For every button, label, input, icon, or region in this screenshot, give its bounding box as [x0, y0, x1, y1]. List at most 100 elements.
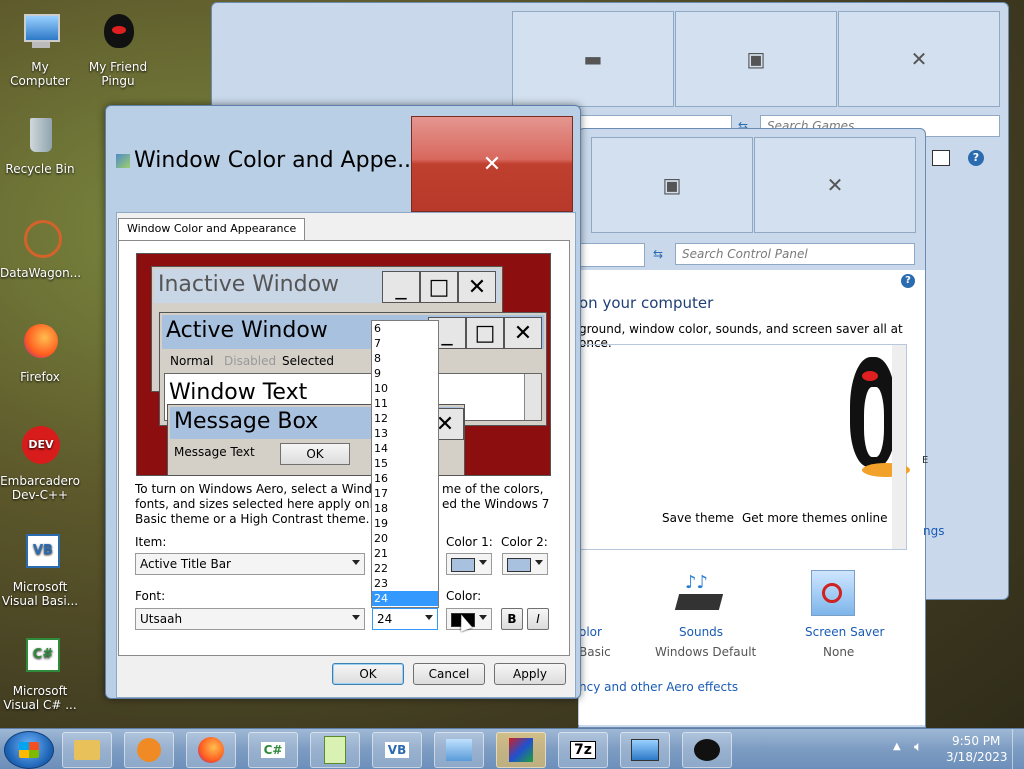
folder-icon [74, 740, 100, 760]
taskbar-pingu[interactable] [682, 732, 732, 768]
font-size-option[interactable]: 11 [372, 396, 438, 411]
start-button[interactable] [4, 731, 54, 769]
help-icon[interactable]: ? [968, 150, 984, 166]
close-button[interactable]: ✕ [754, 137, 916, 233]
aero-effects-link[interactable]: ncy and other Aero effects [579, 680, 738, 694]
screen-saver-link[interactable]: Screen Saver [805, 625, 884, 639]
color1-picker[interactable] [446, 553, 492, 575]
font-size-option[interactable]: 16 [372, 471, 438, 486]
pingu-icon [96, 12, 140, 56]
font-size-option[interactable]: 8 [372, 351, 438, 366]
color2-swatch [507, 558, 531, 572]
preview-msgbox-text: Message Text [174, 445, 255, 459]
desktop-icon-recycle-bin[interactable]: Recycle Bin [0, 114, 80, 176]
color-label[interactable]: olor [579, 625, 602, 639]
desktop-icon-visual-basic[interactable]: VB Microsoft Visual Basi... [0, 532, 80, 608]
font-size-option[interactable]: 17 [372, 486, 438, 501]
save-theme-link[interactable]: Save theme [662, 511, 734, 525]
color2-picker[interactable] [502, 553, 548, 575]
chevron-down-icon [352, 560, 360, 565]
aero-info-line2-end: ed the Windows 7 [442, 497, 550, 511]
desktop-icon-visual-csharp[interactable]: C# Microsoft Visual C# ... [0, 636, 80, 712]
maximize-button[interactable]: ▣ [591, 137, 753, 233]
font-size-option[interactable]: 13 [372, 426, 438, 441]
dialog-close-button[interactable]: ✕ [411, 116, 573, 212]
desktop-icon-firefox[interactable]: Firefox [0, 322, 80, 384]
font-color-label: Color: [446, 589, 482, 603]
taskbar-notepad-plus[interactable] [310, 732, 360, 768]
desktop-icon-label: Embarcadero Dev-C++ [0, 474, 80, 502]
minimize-button[interactable]: ▬ [512, 11, 674, 107]
dialog-app-icon [116, 154, 130, 168]
taskbar-visual-basic[interactable]: VB [372, 732, 422, 768]
settings-link[interactable]: ngs [923, 524, 944, 538]
font-size-option[interactable]: 12 [372, 411, 438, 426]
italic-button[interactable]: I [527, 608, 549, 630]
7zip-icon: 7z [570, 741, 596, 759]
show-desktop-button[interactable] [1012, 729, 1024, 769]
font-size-option[interactable]: 10 [372, 381, 438, 396]
cancel-button[interactable]: Cancel [413, 663, 485, 685]
layout-icon[interactable] [932, 150, 950, 166]
font-size-option[interactable]: 22 [372, 561, 438, 576]
aero-info-line2: fonts, and sizes selected here apply onl… [135, 497, 410, 511]
control-panel-icon [446, 739, 472, 761]
show-hidden-icons-icon[interactable]: ▲ [893, 741, 901, 752]
sounds-link[interactable]: Sounds [679, 625, 723, 639]
visual-basic-icon: VB [18, 532, 62, 576]
tab-window-color-appearance[interactable]: Window Color and Appearance [118, 218, 306, 240]
ok-button[interactable]: OK [332, 663, 404, 685]
font-size-option[interactable]: 21 [372, 546, 438, 561]
taskbar-media-player[interactable] [124, 732, 174, 768]
font-size-option[interactable]: 9 [372, 366, 438, 381]
font-size-option[interactable]: 15 [372, 456, 438, 471]
font-size-dropdown-list[interactable]: 6 7 8 9 10 11 12 13 14 15 16 17 18 19 20 21 22 23 24 [371, 320, 439, 608]
taskbar-explorer[interactable] [62, 732, 112, 768]
taskbar-control-panel[interactable] [434, 732, 484, 768]
font-size-option[interactable]: 14 [372, 441, 438, 456]
font-value: Utsaah [140, 612, 183, 626]
maximize-button[interactable]: ▣ [675, 11, 837, 107]
font-size-option[interactable]: 18 [372, 501, 438, 516]
clock-date[interactable]: 3/18/2023 [946, 750, 1008, 764]
address-bar[interactable] [579, 243, 645, 267]
aero-info-line3: Basic theme or a High Contrast theme. [135, 512, 370, 526]
bold-button[interactable]: B [501, 608, 523, 630]
font-size-option[interactable]: 24 [372, 591, 438, 606]
clock-time[interactable]: 9:50 PM [952, 734, 1000, 748]
taskbar-7zip[interactable]: 7z [558, 732, 608, 768]
close-button[interactable]: ✕ [838, 11, 1000, 107]
get-more-themes-link[interactable]: Get more themes online [742, 511, 888, 525]
scrollbar[interactable] [892, 345, 906, 549]
taskbar-visual-csharp[interactable]: C# [248, 732, 298, 768]
desktop-icon-my-computer[interactable]: My Computer [0, 12, 80, 88]
font-size-option[interactable]: 7 [372, 336, 438, 351]
preview-menu-disabled: Disabled [224, 354, 277, 368]
help-icon[interactable]: ? [901, 274, 915, 288]
refresh-icon[interactable]: ⇆ [647, 243, 669, 265]
font-combo[interactable]: Utsaah [135, 608, 365, 630]
font-size-option[interactable]: 19 [372, 516, 438, 531]
screen-saver-icon [811, 570, 855, 616]
volume-icon[interactable]: 🔈︎ [914, 739, 922, 755]
appearance-preview[interactable]: Inactive Window _ □ ✕ Active Window _ □ … [136, 253, 551, 476]
visual-csharp-icon: C# [18, 636, 62, 680]
taskbar-winrar[interactable] [496, 732, 546, 768]
apply-button[interactable]: Apply [494, 663, 566, 685]
font-size-combo[interactable]: 24 [372, 608, 438, 630]
desktop-icon-datawagon[interactable]: DataWagon... [0, 218, 81, 280]
close-icon: ✕ [910, 47, 928, 71]
font-size-option[interactable]: 23 [372, 576, 438, 591]
window-color-dialog[interactable]: Window Color and Appe... ✕ Window Color … [105, 105, 581, 699]
search-control-panel-input[interactable]: Search Control Panel [675, 243, 915, 265]
desktop-icon-devcpp[interactable]: DEV Embarcadero Dev-C++ [0, 426, 80, 502]
desktop-icon-pingu[interactable]: My Friend Pingu [78, 12, 158, 88]
taskbar-remote-desktop[interactable] [620, 732, 670, 768]
font-size-option[interactable]: 6 [372, 321, 438, 336]
font-size-option[interactable]: 20 [372, 531, 438, 546]
item-combo[interactable]: Active Title Bar [135, 553, 365, 575]
screen-saver-value: None [823, 645, 855, 659]
font-size-value: 24 [377, 612, 393, 626]
taskbar-firefox[interactable] [186, 732, 236, 768]
preview-menu-selected: Selected [282, 354, 335, 368]
